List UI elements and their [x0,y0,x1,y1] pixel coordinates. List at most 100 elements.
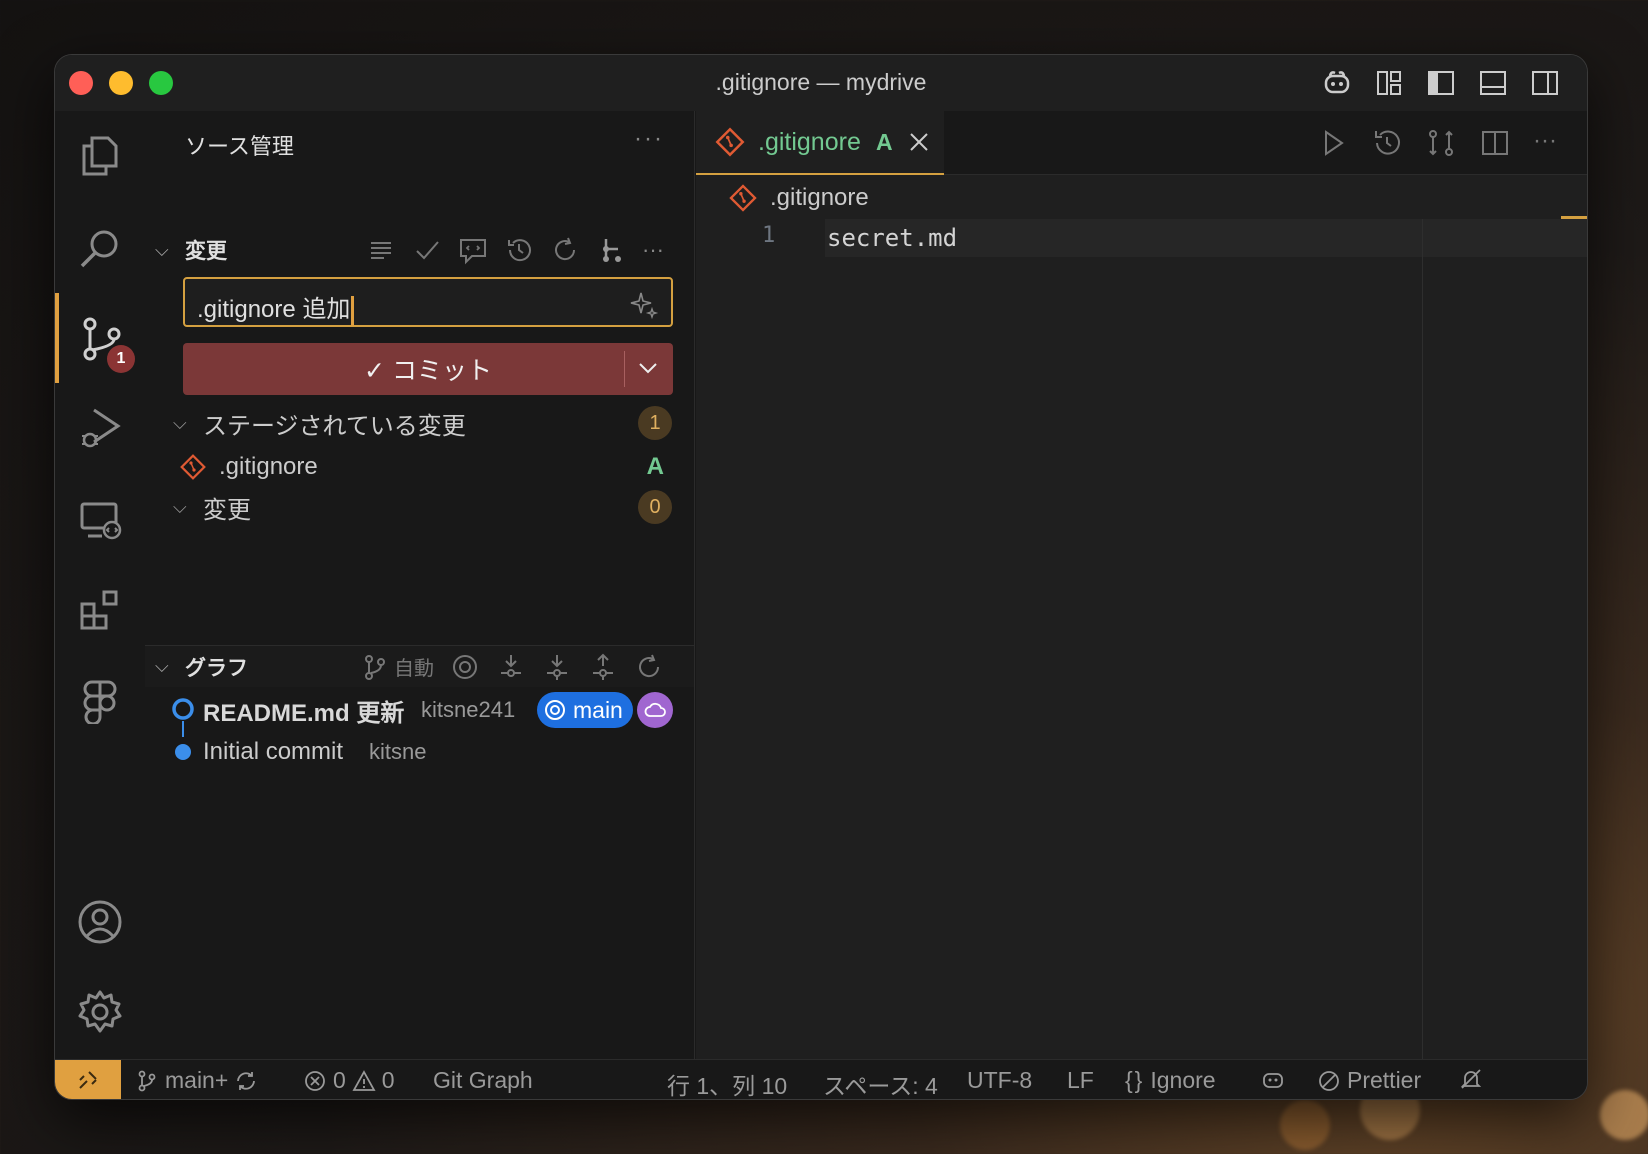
cursor-position-status[interactable]: 行 1、列 10 [667,1067,788,1099]
close-icon[interactable] [908,131,930,153]
history-icon[interactable] [504,235,534,265]
copilot-icon[interactable] [1321,67,1353,99]
encoding: UTF-8 [967,1067,1033,1093]
account-icon [78,900,122,944]
explorer-button[interactable] [55,111,145,201]
target-icon[interactable] [450,652,480,682]
graph-section-header[interactable]: ⌵ グラフ 自動 [145,645,694,687]
search-button[interactable] [55,203,145,293]
split-editor-icon[interactable] [1479,127,1511,159]
commit-button-label: ✓ コミット [364,357,492,385]
branch-icon [138,1070,156,1091]
chevron-down-icon: ⌵ [173,496,187,517]
more-actions-button[interactable]: ··· [634,125,664,153]
refresh-icon[interactable] [550,235,580,265]
fetch-icon[interactable] [496,652,526,682]
figma-button[interactable] [55,655,145,745]
indentation-status[interactable]: スペース: 4 [823,1067,938,1099]
commit-message-input[interactable]: .gitignore 追加 [183,277,673,327]
view-as-list-icon[interactable] [366,235,396,265]
git-file-icon [729,184,757,212]
branch-status[interactable]: main+ [135,1067,258,1094]
copilot-icon [1263,1073,1283,1088]
changes-section-label: 変更 [185,240,227,263]
commit-split-divider [624,351,625,387]
breadcrumb[interactable]: .gitignore [726,181,869,215]
remote-explorer-icon [80,502,122,540]
staged-file-item[interactable]: .gitignore A [145,447,694,487]
extensions-icon [80,590,118,630]
staged-file-name: .gitignore [219,453,318,480]
commit-message: README.md 更新 [203,699,405,727]
generate-commit-message-icon[interactable] [458,235,488,265]
editor-tab-bar: .gitignore A ··· [696,111,1587,175]
encoding-status[interactable]: UTF-8 [967,1067,1032,1094]
changes-section-header[interactable]: ⌵ 変更 ··· [145,229,694,271]
toggle-panel-icon[interactable] [1477,67,1509,99]
git-graph-icon[interactable] [596,235,626,265]
code-line[interactable]: 1 secret.md [696,219,1587,257]
sync-icon[interactable] [234,1069,258,1093]
editor-tab-gitignore[interactable]: .gitignore A [696,111,944,175]
files-icon [82,136,118,176]
branch-name: main [573,696,623,723]
unstaged-changes-group[interactable]: ⌵ 変更 0 [145,487,694,527]
accounts-button[interactable] [55,877,145,967]
git-file-icon [715,127,745,157]
branch-icon[interactable] [360,652,390,682]
staged-changes-group[interactable]: ⌵ ステージされている変更 1 [145,403,694,443]
push-icon[interactable] [588,652,618,682]
remote-explorer-button[interactable] [55,475,145,565]
refresh-icon[interactable] [634,652,664,682]
toggle-secondary-sidebar-icon[interactable] [1529,67,1561,99]
timeline-icon[interactable] [1371,127,1403,159]
text-caret [351,295,355,326]
graph-commit-item[interactable]: README.md 更新 kitsne241 main [145,689,694,737]
prettier-status[interactable]: Prettier [1317,1067,1421,1094]
gear-icon [78,990,122,1033]
commit-button[interactable]: ✓ コミット [183,343,673,395]
sparkle-icon[interactable] [629,289,659,319]
section-more-button[interactable]: ··· [642,237,664,263]
error-icon [305,1070,325,1091]
manage-button[interactable] [55,967,145,1057]
run-debug-icon [82,408,121,448]
open-changes-icon[interactable] [1425,127,1457,159]
remote-icon [79,1071,97,1089]
chevron-down-icon[interactable] [635,355,661,381]
activity-bar: 1 [55,111,145,1059]
language-mode: Ignore [1150,1067,1216,1093]
problems-status[interactable]: 0 0 [303,1067,395,1094]
copilot-status[interactable] [1261,1067,1285,1091]
bokeh-light [1600,1090,1648,1140]
eol-status[interactable]: LF [1067,1067,1094,1094]
editor-more-button[interactable]: ··· [1533,127,1557,159]
cursor-position: 行 1、列 10 [667,1073,788,1099]
run-debug-button[interactable] [55,383,145,473]
git-graph-status[interactable]: Git Graph [433,1067,533,1094]
commit-check-icon[interactable] [412,235,442,265]
layout-controls [1321,67,1561,99]
prettier-disabled-icon [1319,1070,1339,1091]
remote-indicator-button[interactable] [55,1060,121,1099]
notifications-status[interactable] [1459,1067,1483,1091]
graph-auto-label[interactable]: 自動 [394,652,434,681]
pull-icon[interactable] [542,652,572,682]
tab-title: .gitignore [758,127,861,156]
source-control-button[interactable]: 1 [55,293,145,383]
chevron-down-icon: ⌵ [155,656,169,676]
end-of-line: LF [1067,1067,1094,1093]
unstaged-count-badge: 0 [638,490,672,524]
graph-commit-item[interactable]: Initial commit kitsne [145,731,694,773]
toggle-primary-sidebar-icon[interactable] [1425,67,1457,99]
branch-name-status: main+ [165,1067,229,1093]
language-status[interactable]: {} Ignore [1125,1067,1216,1094]
remote-cloud-badge [637,692,673,728]
editor-ruler [1422,219,1423,1059]
extensions-button[interactable] [55,565,145,655]
branch-badge-main: main [537,692,633,728]
warning-count: 0 [381,1067,395,1093]
commit-dot [175,744,191,760]
customize-layout-icon[interactable] [1373,67,1405,99]
run-icon[interactable] [1317,127,1349,159]
